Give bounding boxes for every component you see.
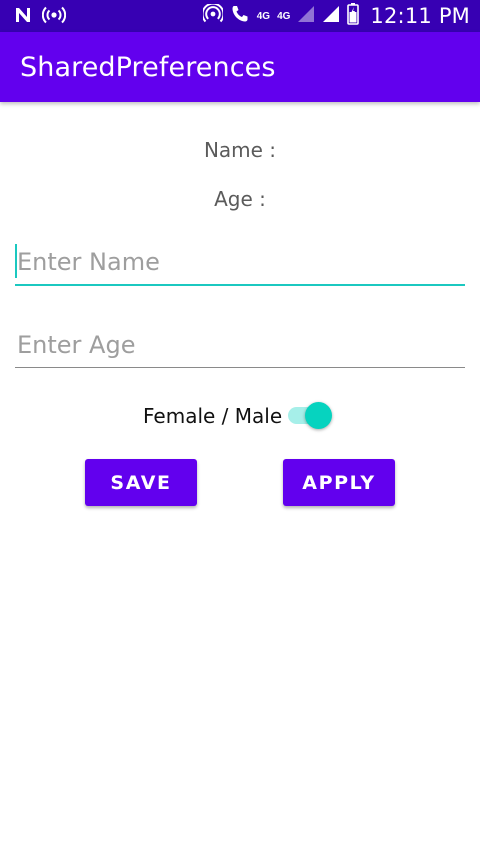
text-cursor xyxy=(15,244,17,278)
gender-switch-label: Female / Male xyxy=(143,404,283,428)
signal-icon xyxy=(322,5,340,28)
hotspot-icon xyxy=(201,2,225,29)
broadcast-icon xyxy=(41,6,67,29)
age-label: Age : xyxy=(214,187,266,211)
status-time: 12:11 PM xyxy=(370,4,470,28)
signal-icon xyxy=(297,5,315,28)
name-input[interactable] xyxy=(15,240,465,286)
network-type-primary: 4G xyxy=(256,10,271,22)
network-type-secondary: 4G xyxy=(277,10,291,22)
age-input[interactable] xyxy=(15,322,465,368)
status-bar-left xyxy=(14,6,67,29)
status-bar-right: 4G 4G 12:11 PM xyxy=(201,0,470,32)
battery-icon xyxy=(347,2,360,30)
volte-call-icon xyxy=(230,4,250,29)
n-notification-icon xyxy=(14,6,32,29)
switch-thumb[interactable] xyxy=(305,402,332,429)
apply-button[interactable]: APPLY xyxy=(283,459,395,506)
name-label: Name : xyxy=(203,138,277,162)
app-bar: SharedPreferences xyxy=(0,32,480,102)
status-bar: 4G 4G 12:11 PM xyxy=(0,0,480,32)
save-button[interactable]: SAVE xyxy=(85,459,197,506)
app-title: SharedPreferences xyxy=(20,52,276,83)
gender-switch-row: Female / Male xyxy=(0,400,480,432)
